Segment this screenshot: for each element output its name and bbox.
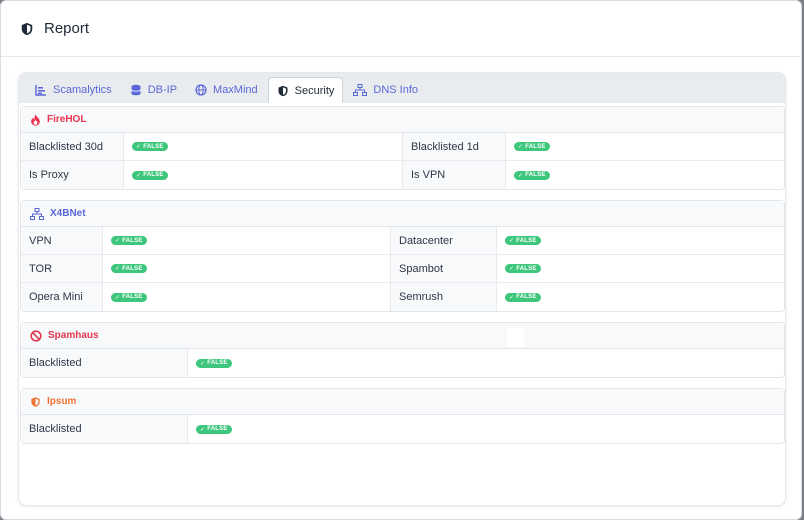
row-label: Blacklisted bbox=[21, 415, 188, 443]
status-badge: ✓ FALSE bbox=[111, 292, 147, 302]
tab-security[interactable]: Security bbox=[267, 77, 344, 103]
value-cell: ✓ FALSE bbox=[506, 161, 784, 189]
check-icon: ✓ bbox=[200, 426, 206, 433]
table-row: VPN ✓ FALSE Datacenter ✓ FALSE bbox=[21, 227, 784, 255]
section-header: FireHOL bbox=[21, 107, 784, 133]
section-ipsum: Ipsum Blacklisted ✓ FALSE bbox=[20, 388, 785, 444]
check-icon: ✓ bbox=[115, 294, 121, 301]
row-label: TOR bbox=[21, 255, 103, 282]
value-cell: ✓ FALSE bbox=[188, 415, 784, 443]
row-label: Blacklisted 30d bbox=[21, 133, 124, 160]
tab-dns-info[interactable]: DNS Info bbox=[345, 77, 426, 103]
check-icon: ✓ bbox=[115, 266, 121, 272]
tab-bar: Scamalytics DB-IP MaxMind Security DNS I… bbox=[19, 73, 785, 103]
section-header: X4BNet bbox=[21, 201, 784, 227]
value-cell: ✓ FALSE bbox=[124, 161, 403, 189]
value-cell: ✓ FALSE bbox=[497, 227, 784, 254]
status-badge: ✓ FALSE bbox=[196, 358, 232, 368]
tab-label: DNS Info bbox=[373, 84, 419, 96]
row-label: Is Proxy bbox=[21, 161, 124, 189]
value-cell: ✓ FALSE bbox=[497, 255, 784, 282]
table-row: Opera Mini ✓ FALSE Semrush ✓ FALSE bbox=[21, 283, 784, 311]
status-badge: ✓ FALSE bbox=[514, 142, 550, 151]
bar-chart-icon bbox=[35, 85, 46, 96]
check-icon: ✓ bbox=[136, 144, 142, 150]
row-label: Datacenter bbox=[391, 227, 497, 254]
report-card: Scamalytics DB-IP MaxMind Security DNS I… bbox=[18, 72, 786, 506]
check-icon: ✓ bbox=[509, 294, 515, 301]
status-badge: ✓ FALSE bbox=[132, 170, 168, 180]
section-title: X4BNet bbox=[50, 208, 86, 219]
fire-icon bbox=[31, 114, 40, 126]
report-modal: Report Scamalytics DB-IP MaxMind Securit… bbox=[0, 0, 802, 520]
section-title: FireHOL bbox=[47, 114, 87, 125]
tab-label: MaxMind bbox=[213, 84, 258, 96]
section-header: Ipsum bbox=[21, 389, 784, 415]
section-title: Spamhaus bbox=[48, 330, 99, 341]
row-label: Semrush bbox=[391, 283, 497, 311]
status-badge: ✓ FALSE bbox=[132, 142, 168, 151]
status-badge: ✓ FALSE bbox=[111, 264, 147, 273]
check-icon: ✓ bbox=[115, 238, 121, 244]
status-badge: ✓ FALSE bbox=[514, 170, 550, 180]
tab-maxmind[interactable]: MaxMind bbox=[187, 77, 266, 103]
check-icon: ✓ bbox=[200, 360, 206, 367]
tab-scamalytics[interactable]: Scamalytics bbox=[27, 77, 120, 103]
section-spamhaus: Spamhaus Blacklisted ✓ FALSE bbox=[20, 322, 785, 378]
value-cell: ✓ FALSE bbox=[506, 133, 784, 160]
tab-db-ip[interactable]: DB-IP bbox=[122, 77, 185, 103]
value-cell: ✓ FALSE bbox=[103, 283, 391, 311]
shield-icon bbox=[31, 396, 40, 407]
status-badge: ✓ FALSE bbox=[505, 264, 541, 273]
status-badge: ✓ FALSE bbox=[196, 424, 232, 434]
section-firehol: FireHOL Blacklisted 30d ✓ FALSE Blacklist… bbox=[20, 106, 785, 190]
value-cell: ✓ FALSE bbox=[103, 227, 391, 254]
database-icon bbox=[130, 84, 141, 96]
tab-label: Scamalytics bbox=[53, 84, 112, 96]
check-icon: ✓ bbox=[136, 172, 142, 179]
globe-icon bbox=[195, 84, 207, 96]
row-label: Spambot bbox=[391, 255, 497, 282]
section-title: Ipsum bbox=[47, 396, 77, 407]
network-icon bbox=[353, 84, 368, 96]
status-badge: ✓ FALSE bbox=[505, 236, 541, 245]
ban-icon bbox=[30, 329, 42, 342]
shield-icon bbox=[278, 85, 288, 96]
row-label: Opera Mini bbox=[21, 283, 103, 311]
table-row: Blacklisted ✓ FALSE bbox=[21, 349, 784, 377]
shield-icon bbox=[20, 22, 34, 36]
check-icon: ✓ bbox=[518, 172, 524, 179]
section-header: Spamhaus bbox=[21, 323, 784, 349]
table-row: Blacklisted ✓ FALSE bbox=[21, 415, 784, 443]
status-badge: ✓ FALSE bbox=[505, 292, 541, 302]
row-label: Is VPN bbox=[403, 161, 506, 189]
table-row: TOR ✓ FALSE Spambot ✓ FALSE bbox=[21, 255, 784, 283]
status-badge: ✓ FALSE bbox=[111, 236, 147, 245]
check-icon: ✓ bbox=[509, 266, 515, 272]
table-row: Is Proxy ✓ FALSE Is VPN ✓ FALSE bbox=[21, 161, 784, 189]
row-label: Blacklisted bbox=[21, 349, 188, 377]
tab-label: Security bbox=[294, 84, 335, 97]
check-icon: ✓ bbox=[518, 144, 524, 150]
check-icon: ✓ bbox=[509, 238, 515, 244]
section-x4bnet: X4BNet VPN ✓ FALSE Datacenter ✓ FALSE TOR … bbox=[20, 200, 785, 312]
network-icon bbox=[30, 207, 44, 220]
blank-overlay bbox=[507, 328, 524, 347]
row-label: Blacklisted 1d bbox=[403, 133, 506, 160]
value-cell: ✓ FALSE bbox=[497, 283, 784, 311]
value-cell: ✓ FALSE bbox=[124, 133, 403, 160]
table-row: Blacklisted 30d ✓ FALSE Blacklisted 1d ✓ F… bbox=[21, 133, 784, 161]
value-cell: ✓ FALSE bbox=[188, 349, 784, 377]
value-cell: ✓ FALSE bbox=[103, 255, 391, 282]
row-label: VPN bbox=[21, 227, 103, 254]
tab-label: DB-IP bbox=[147, 84, 178, 96]
modal-title: Report bbox=[44, 20, 90, 37]
modal-header: Report bbox=[1, 1, 801, 57]
